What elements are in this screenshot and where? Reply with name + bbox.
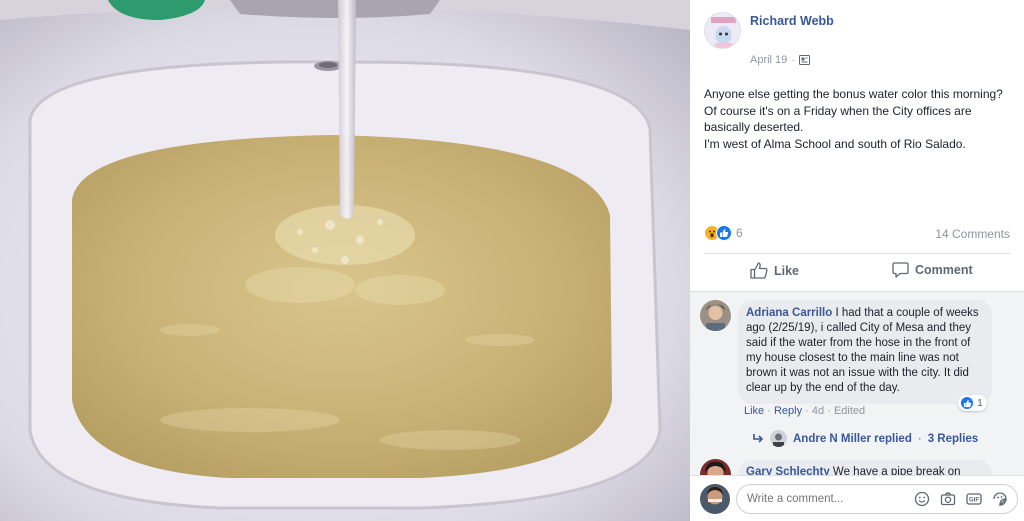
- post-meta: April 19 ·: [750, 54, 810, 66]
- commenter-avatar[interactable]: [700, 300, 731, 331]
- like-icon: [960, 396, 974, 410]
- comments-count-link[interactable]: 14 Comments: [935, 227, 1010, 241]
- svg-text:GIF: GIF: [969, 498, 979, 504]
- comment-age[interactable]: 4d: [812, 405, 824, 417]
- comments-list: Adriana Carrillo I had that a couple of …: [690, 292, 1024, 475]
- sticker-icon[interactable]: [992, 491, 1008, 507]
- avatar-image: [705, 13, 740, 48]
- author-avatar[interactable]: [704, 12, 741, 49]
- thumbs-up-icon: [750, 262, 768, 279]
- divider: [704, 253, 1010, 254]
- post-date[interactable]: April 19: [750, 54, 787, 66]
- comment-reply-link[interactable]: Reply: [774, 405, 802, 417]
- comment-like-count: 1: [977, 397, 983, 409]
- reactions-summary[interactable]: 6: [704, 225, 743, 241]
- comment-bubble: Gary Schlechty We have a pipe break on: [738, 460, 992, 475]
- comment-actions: Like · Reply · 4d · Edited: [744, 405, 866, 417]
- replies-separator: ·: [917, 432, 922, 445]
- post-author-name[interactable]: Richard Webb: [750, 14, 834, 28]
- comment-like-link[interactable]: Like: [744, 405, 764, 417]
- composer-icons: GIF: [914, 491, 1008, 507]
- comment-author[interactable]: Gary Schlechty: [746, 466, 830, 475]
- like-icon: [716, 225, 732, 241]
- comment-button-label: Comment: [915, 263, 973, 277]
- comment-text: We have a pipe break on: [829, 466, 961, 475]
- comment-text: I had that a couple of weeks ago (2/25/1…: [746, 307, 979, 394]
- audience-icon[interactable]: [798, 55, 810, 65]
- reply-arrow-icon: [753, 433, 764, 443]
- like-button-label: Like: [774, 263, 800, 278]
- post-header: [704, 12, 741, 49]
- post-details-panel: Richard Webb April 19 · Anyone else gett…: [690, 0, 1024, 521]
- sink-photo: [0, 0, 690, 521]
- post-text-line: I'm west of Alma School and south of Rio…: [704, 136, 966, 151]
- comment-bubble: Adriana Carrillo I had that a couple of …: [738, 300, 992, 404]
- replier-name: Andre N Miller replied: [793, 432, 912, 445]
- replies-count: 3 Replies: [927, 432, 979, 445]
- comment-author[interactable]: Adriana Carrillo: [746, 307, 832, 319]
- commenter-avatar[interactable]: [700, 459, 731, 475]
- emoji-icon[interactable]: [914, 491, 930, 507]
- replier-avatar: [770, 430, 787, 447]
- camera-icon[interactable]: [940, 491, 956, 507]
- photo-viewer: Richard Webb April 19 · Anyone else gett…: [0, 0, 1024, 521]
- comment-button[interactable]: Comment: [892, 262, 973, 278]
- meta-separator: ·: [791, 54, 795, 66]
- like-button[interactable]: Like: [750, 262, 799, 279]
- post-text-line: Anyone else getting the bonus water colo…: [704, 87, 1003, 134]
- post-photo[interactable]: [0, 0, 690, 521]
- post-text: Anyone else getting the bonus water colo…: [704, 86, 1014, 152]
- comment-edited[interactable]: Edited: [834, 405, 865, 417]
- current-user-avatar[interactable]: [700, 484, 730, 514]
- comment-composer: GIF: [690, 475, 1024, 521]
- view-replies-link[interactable]: Andre N Miller replied · 3 Replies: [752, 430, 978, 447]
- comment-reactions[interactable]: 1: [958, 395, 987, 411]
- reaction-count: 6: [736, 226, 743, 240]
- gif-icon[interactable]: GIF: [966, 491, 982, 507]
- comment-bubble-icon: [892, 262, 909, 278]
